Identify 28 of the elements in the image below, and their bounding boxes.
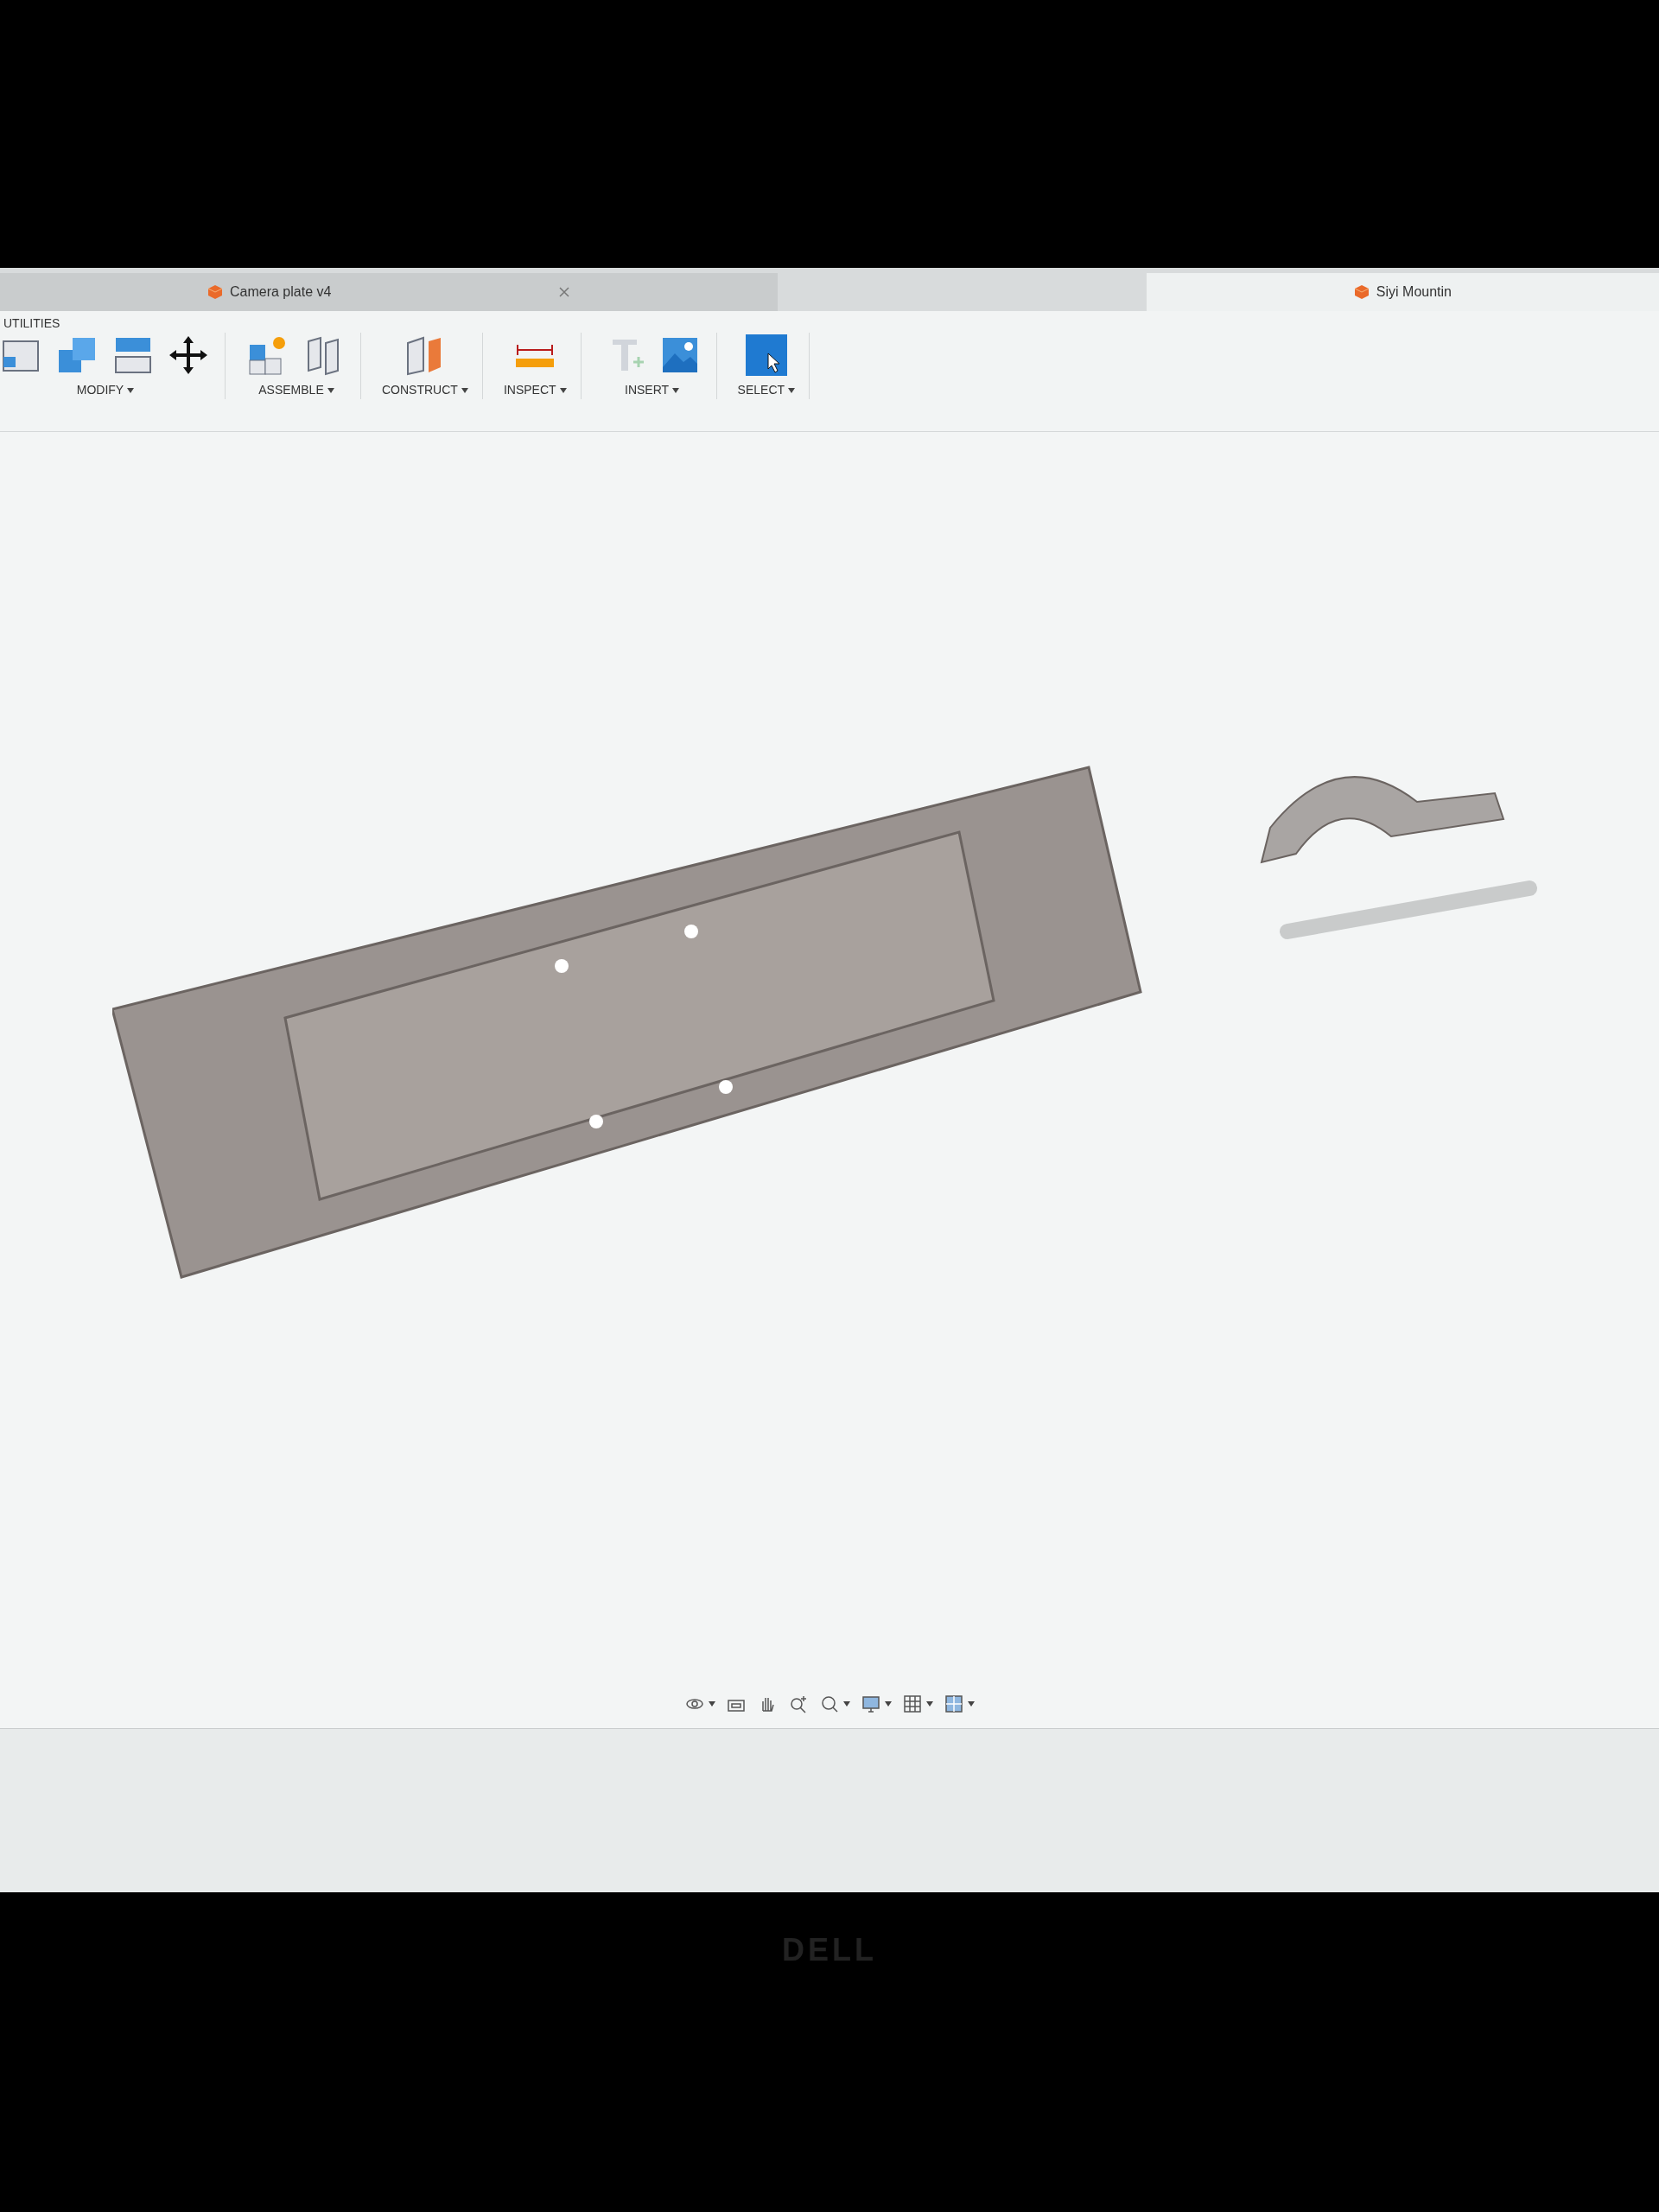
caret-icon xyxy=(461,387,468,393)
caret-icon xyxy=(127,387,135,393)
caret-icon xyxy=(672,387,680,393)
caret-icon xyxy=(843,1701,850,1707)
group-menu-button[interactable]: MODIFY xyxy=(76,381,135,399)
group-menu-button[interactable]: INSPECT xyxy=(503,381,567,399)
group-menu-button[interactable]: INSERT xyxy=(625,381,680,399)
select-icon[interactable] xyxy=(743,333,789,378)
document-tab[interactable]: Siyi Mountin xyxy=(1146,273,1659,311)
cube-icon xyxy=(1353,284,1370,300)
caret-icon xyxy=(327,387,334,393)
caret-icon xyxy=(926,1701,933,1707)
caret-icon xyxy=(885,1701,892,1707)
caret-icon xyxy=(788,387,796,393)
caret-icon xyxy=(968,1701,975,1707)
viewports-icon[interactable] xyxy=(944,1694,964,1714)
grid-icon[interactable] xyxy=(902,1694,923,1714)
caret-icon xyxy=(559,387,567,393)
group-menu-button[interactable]: CONSTRUCT xyxy=(382,381,468,399)
group-menu-button[interactable]: ASSEMBLE xyxy=(258,381,334,399)
zoom-icon[interactable] xyxy=(788,1694,809,1714)
caret-icon xyxy=(709,1701,715,1707)
group-menu-button[interactable]: SELECT xyxy=(737,381,796,399)
cube-icon xyxy=(207,284,223,300)
close-icon[interactable] xyxy=(558,286,570,298)
document-tab[interactable]: Camera plate v4 xyxy=(0,273,778,311)
section-label: UTILITIES xyxy=(3,315,61,332)
monitor-icon[interactable] xyxy=(861,1694,881,1714)
